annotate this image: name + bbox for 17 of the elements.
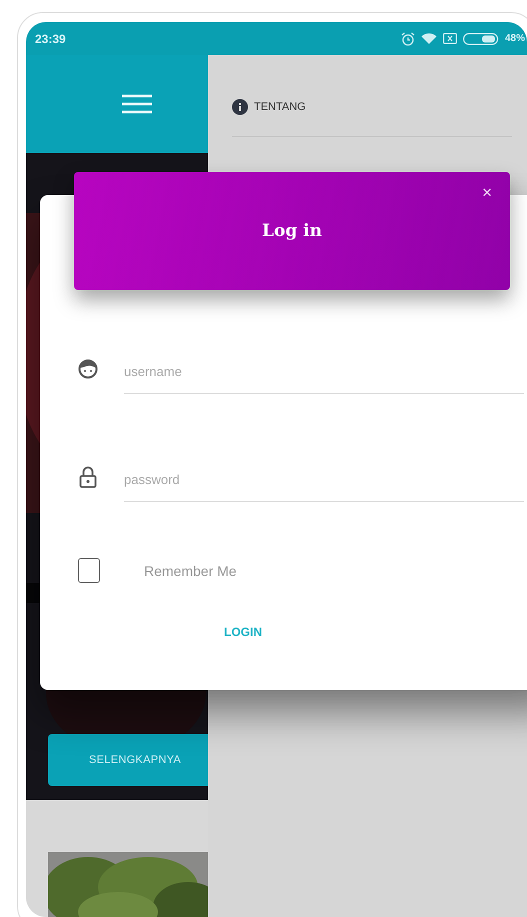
input-field[interactable]: username [124, 349, 524, 394]
drawer-item[interactable]: TENTANG [254, 100, 306, 112]
checkbox-label: Remember Me [144, 562, 237, 578]
menu-icon[interactable] [122, 94, 152, 114]
close-button[interactable]: × [480, 184, 494, 201]
sim-icon [442, 33, 457, 44]
info-icon [232, 98, 248, 114]
alarm-icon [400, 32, 415, 46]
input-field[interactable]: password [124, 457, 524, 502]
dialog-title: Log in [262, 221, 322, 241]
lock-icon [78, 466, 98, 488]
clock-time: 23:39 [35, 32, 66, 46]
remember-checkbox[interactable] [78, 558, 100, 583]
battery-icon [462, 32, 499, 44]
battery-percentage: 48% [504, 33, 525, 44]
face-icon [78, 358, 98, 378]
wifi-icon [420, 32, 437, 44]
